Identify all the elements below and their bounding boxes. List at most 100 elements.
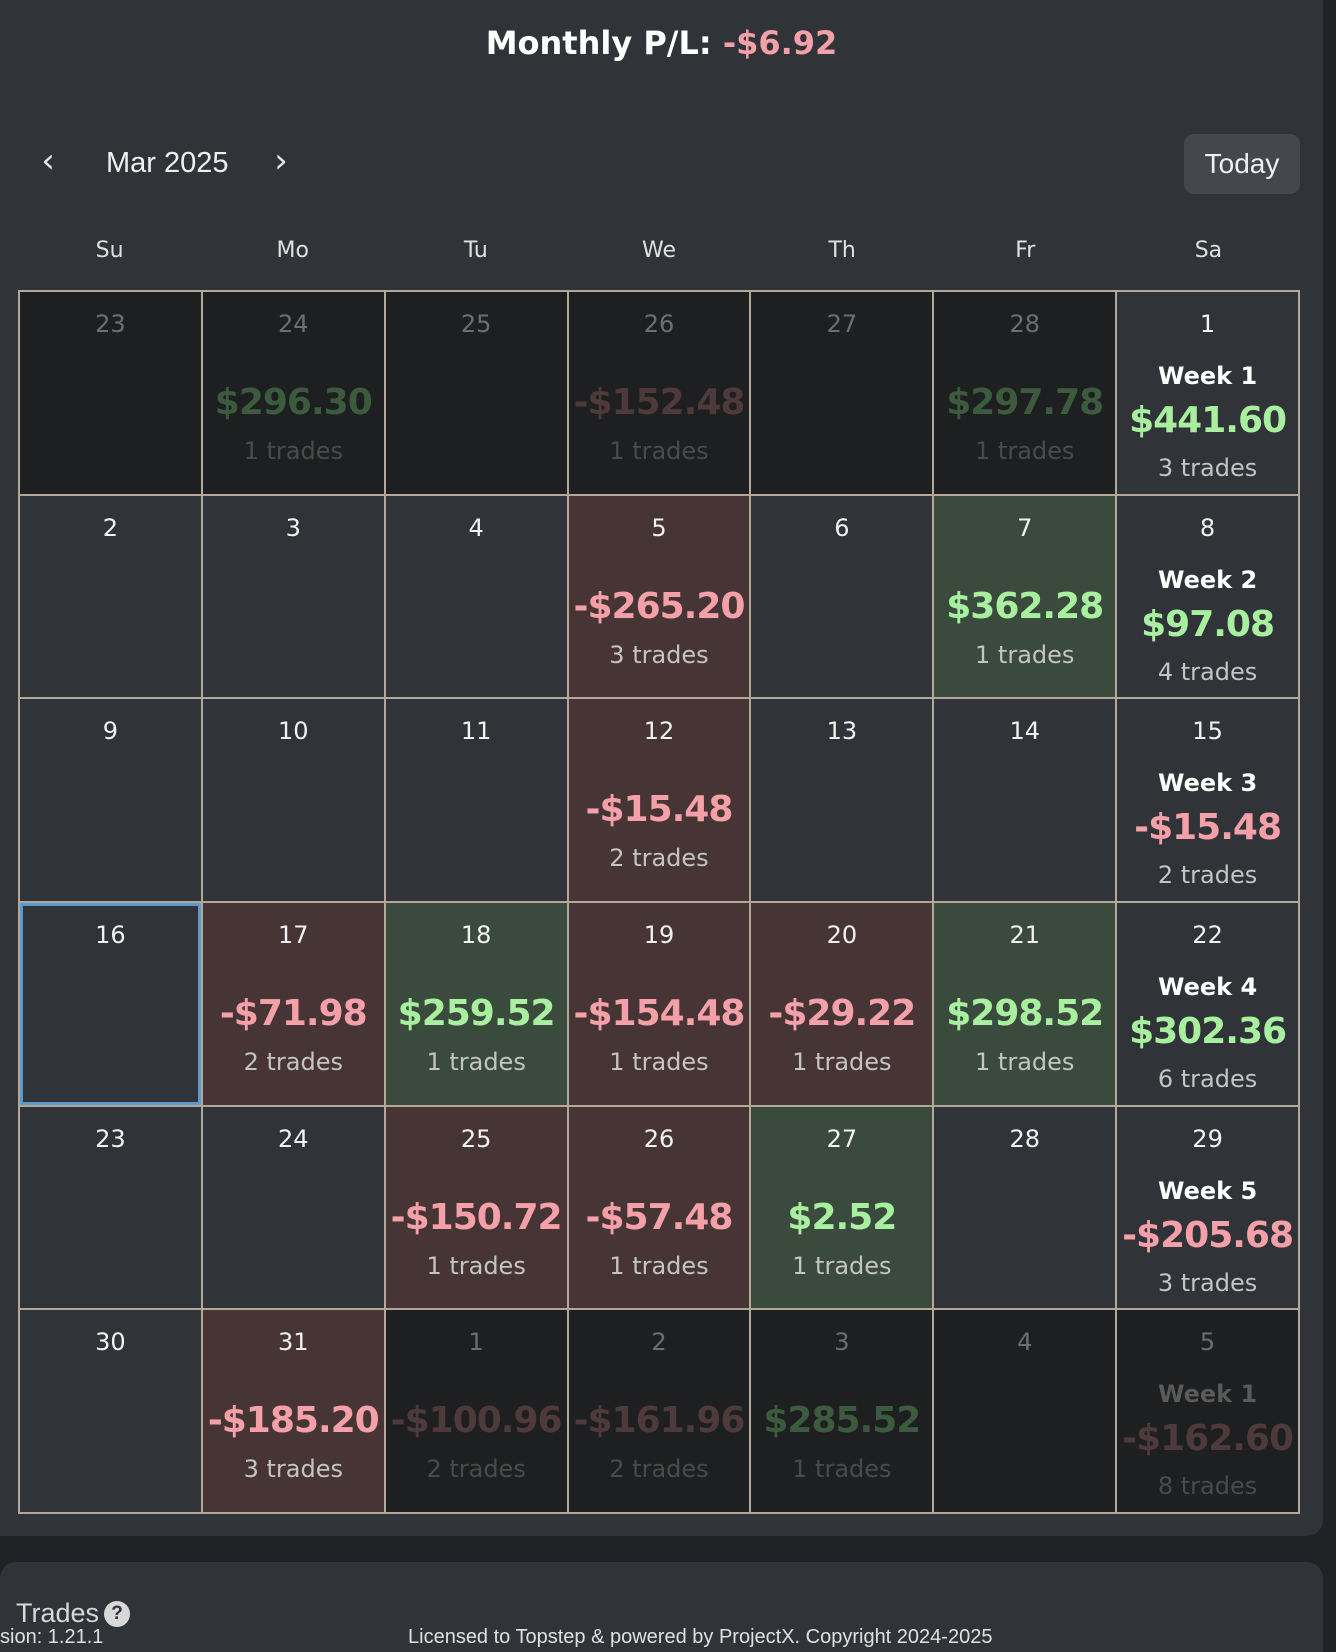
calendar-day-cell[interactable]: 1 -$100.96 2 trades [384, 1309, 568, 1513]
calendar-day-cell[interactable]: 24 $296.30 1 trades [201, 291, 385, 495]
week-summary-cell[interactable]: 15 Week 3 -$15.48 2 trades [1116, 698, 1299, 902]
question-circle-icon[interactable]: ? [104, 1601, 130, 1627]
calendar-day-cell[interactable]: 10 [201, 698, 385, 902]
pl-amount: -$265.20 [573, 585, 746, 627]
weekday-label-mo: Mo [276, 238, 309, 263]
day-number: 22 [1192, 921, 1223, 949]
pl-amount: $2.52 [787, 1196, 897, 1238]
pl-amount: -$205.68 [1122, 1214, 1294, 1256]
calendar-day-cell[interactable]: 18 $259.52 1 trades [384, 902, 568, 1106]
pl-amount: $302.36 [1129, 1011, 1287, 1052]
calendar-day-cell[interactable]: 13 [750, 698, 934, 902]
trade-count: 1 trades [609, 1251, 709, 1280]
week-label: Week 4 [1157, 973, 1258, 1001]
calendar-day-cell[interactable]: 2 -$161.96 2 trades [567, 1309, 751, 1513]
month-label: Mar 2025 [106, 147, 229, 179]
calendar-day-cell[interactable]: 11 [384, 698, 568, 902]
calendar-day-cell[interactable]: 16 [19, 902, 202, 1106]
day-number: 10 [278, 717, 309, 746]
chevron-right-icon[interactable]: › [263, 144, 299, 182]
day-number: 27 [826, 310, 858, 338]
pl-amount: -$185.20 [207, 1400, 380, 1442]
calendar-day-cell[interactable]: 21 $298.52 1 trades [933, 902, 1117, 1106]
calendar-day-cell[interactable]: 4 [933, 1309, 1117, 1513]
calendar-day-cell[interactable]: 30 [19, 1309, 202, 1513]
trade-count: 2 trades [243, 1048, 343, 1076]
day-number: 8 [1199, 513, 1216, 542]
pl-amount: -$154.48 [573, 993, 746, 1034]
calendar-day-cell[interactable]: 24 [201, 1105, 385, 1310]
trade-count: 1 trades [792, 1251, 892, 1280]
weekday-label-fr: Fr [1015, 238, 1036, 263]
calendar-day-cell[interactable]: 19 -$154.48 1 trades [567, 902, 751, 1106]
calendar-day-cell[interactable]: 28 [933, 1105, 1117, 1310]
week-summary-cell[interactable]: 22 Week 4 $302.36 6 trades [1116, 902, 1299, 1106]
day-number: 2 [651, 1328, 667, 1357]
calendar-day-cell[interactable]: 23 [19, 1105, 202, 1310]
calendar-day-cell[interactable]: 3 $285.52 1 trades [750, 1309, 934, 1513]
week-label: Week 3 [1157, 769, 1258, 798]
pl-amount: -$57.48 [585, 1196, 734, 1238]
pl-amount: $285.52 [763, 1400, 921, 1442]
pl-amount: $297.78 [946, 382, 1104, 423]
day-number: 6 [834, 513, 850, 542]
day-number: 5 [651, 513, 667, 542]
calendar-day-cell[interactable]: 2 [19, 494, 202, 699]
day-number: 7 [1017, 513, 1033, 542]
day-number: 27 [826, 1124, 858, 1153]
day-number: 28 [1009, 1124, 1040, 1153]
day-number: 29 [1192, 1124, 1223, 1153]
pl-amount: $296.30 [214, 382, 373, 423]
week-summary-cell[interactable]: 29 Week 5 -$205.68 3 trades [1116, 1105, 1299, 1310]
day-number: 24 [278, 310, 309, 338]
calendar-day-cell[interactable]: 12 -$15.48 2 trades [567, 698, 751, 902]
calendar-day-cell[interactable]: 25 -$150.72 1 trades [384, 1105, 568, 1310]
week-summary-cell[interactable]: 5 Week 1 -$162.60 8 trades [1116, 1309, 1299, 1513]
trade-count: 3 trades [243, 1455, 343, 1484]
week-summary-cell[interactable]: 8 Week 2 $97.08 4 trades [1116, 494, 1299, 699]
calendar-day-cell[interactable]: 25 [384, 291, 568, 495]
calendar-day-cell[interactable]: 6 [750, 494, 934, 699]
trade-count: 2 trades [1157, 861, 1258, 890]
day-number: 1 [1199, 310, 1216, 338]
day-number: 24 [278, 1124, 309, 1153]
day-number: 17 [278, 921, 309, 949]
calendar-day-cell[interactable]: 4 [384, 494, 568, 699]
monthly-pl-label: Monthly P/L: [485, 24, 712, 62]
week-summary-cell[interactable]: 1 Week 1 $441.60 3 trades [1116, 291, 1299, 495]
calendar-day-cell[interactable]: 14 [933, 698, 1117, 902]
trade-count: 1 trades [792, 1455, 892, 1484]
calendar-day-cell[interactable]: 9 [19, 698, 202, 902]
calendar-day-cell[interactable]: 26 -$152.48 1 trades [567, 291, 751, 495]
trade-count: 3 trades [1157, 454, 1258, 482]
calendar-day-cell[interactable]: 31 -$185.20 3 trades [201, 1309, 385, 1513]
day-number: 20 [826, 921, 858, 949]
chevron-left-icon[interactable]: ‹ [30, 144, 66, 182]
day-number: 14 [1009, 717, 1040, 746]
day-number: 2 [102, 513, 119, 542]
day-number: 4 [1017, 1328, 1033, 1357]
calendar-day-cell[interactable]: 27 $2.52 1 trades [750, 1105, 934, 1310]
calendar-day-cell[interactable]: 7 $362.28 1 trades [933, 494, 1117, 699]
calendar-day-cell[interactable]: 3 [201, 494, 385, 699]
day-number: 4 [468, 513, 484, 542]
calendar-day-cell[interactable]: 20 -$29.22 1 trades [750, 902, 934, 1106]
day-number: 13 [826, 717, 858, 746]
pl-amount: $97.08 [1141, 603, 1275, 645]
calendar-day-cell[interactable]: 27 [750, 291, 934, 495]
pl-amount: -$15.48 [1134, 807, 1282, 849]
day-number: 19 [643, 921, 675, 949]
calendar-day-cell[interactable]: 26 -$57.48 1 trades [567, 1105, 751, 1310]
day-number: 26 [643, 310, 675, 338]
day-number: 12 [643, 717, 675, 746]
pl-amount: -$150.72 [390, 1196, 563, 1238]
calendar-day-cell[interactable]: 5 -$265.20 3 trades [567, 494, 751, 699]
day-number: 23 [95, 310, 126, 338]
calendar-day-cell[interactable]: 28 $297.78 1 trades [933, 291, 1117, 495]
calendar-day-cell[interactable]: 23 [19, 291, 202, 495]
calendar-day-cell[interactable]: 17 -$71.98 2 trades [201, 902, 385, 1106]
today-button[interactable]: Today [1184, 134, 1300, 194]
pl-amount: $362.28 [946, 585, 1104, 627]
calendar-grid: 23 24 $296.30 1 trades 25 26 -$152.48 1 trades 2… [18, 290, 1300, 1514]
monthly-pl-title: Monthly P/L: -$6.92 [0, 24, 1323, 62]
